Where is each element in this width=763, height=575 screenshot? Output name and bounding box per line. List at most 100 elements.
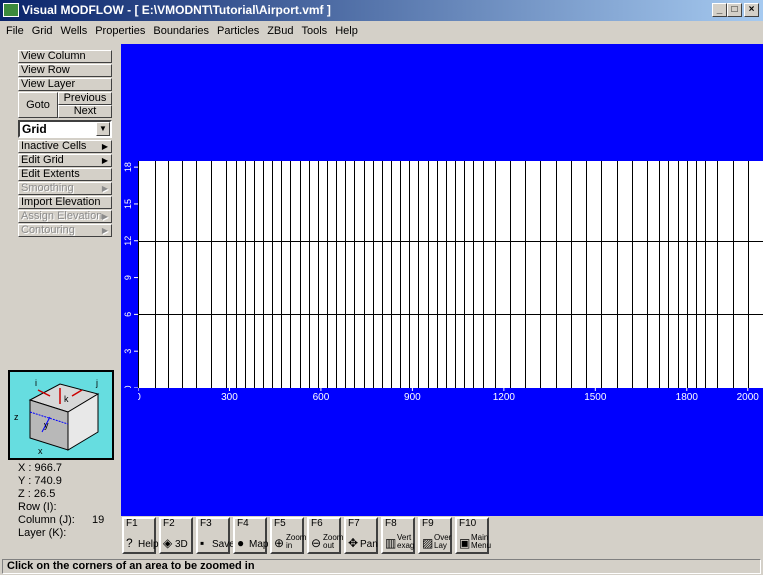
menu-zbud[interactable]: ZBud xyxy=(263,25,297,37)
menu-help[interactable]: Help xyxy=(331,25,362,37)
submenu-arrow-icon: ▶ xyxy=(101,226,108,235)
sidebar: View Column View Row View Layer Goto Pre… xyxy=(0,44,121,558)
z-label: Z : xyxy=(18,488,31,500)
menu-particles[interactable]: Particles xyxy=(213,25,263,37)
fkey-icon: ? xyxy=(126,536,133,550)
fkey-f4-button[interactable]: F4 ● Map xyxy=(233,517,269,554)
cube-label-k: k xyxy=(64,394,69,404)
menu-properties[interactable]: Properties xyxy=(91,25,149,37)
column-value: 19 xyxy=(92,514,105,526)
y-axis: 0 3 6 9 12 15 18 xyxy=(121,161,138,388)
menu-wells[interactable]: Wells xyxy=(57,25,92,37)
orientation-cube: i j k z x y xyxy=(8,370,114,460)
y-tick-label: 3 xyxy=(123,349,133,354)
status-bar: Click on the corners of an area to be zo… xyxy=(0,558,763,575)
menu-boundaries[interactable]: Boundaries xyxy=(149,25,213,37)
fkey-icon: ▥ xyxy=(385,536,397,550)
fkey-label: Zoom out xyxy=(323,533,344,550)
fkey-number: F3 xyxy=(200,518,212,529)
x-tick-label: 2000 xyxy=(737,392,760,403)
x-tick-label: 0 xyxy=(138,392,141,403)
status-text: Click on the corners of an area to be zo… xyxy=(2,559,761,574)
previous-button[interactable]: Previous xyxy=(58,92,112,105)
fkey-f1-button[interactable]: F1? Help xyxy=(122,517,159,554)
x-tick-label: 300 xyxy=(221,392,238,403)
smoothing-button[interactable]: Smoothing ▶ xyxy=(18,182,112,195)
title-bar: Visual MODFLOW - [ E:\VMODNT\Tutorial\Ai… xyxy=(0,0,763,21)
fkey-number: F1 xyxy=(126,518,138,529)
x-label: X : xyxy=(18,462,32,474)
x-tick-label: 900 xyxy=(404,392,421,403)
chevron-down-icon[interactable]: ▼ xyxy=(96,122,110,136)
fkey-icon: ⊕ xyxy=(274,536,285,550)
cube-label-j: j xyxy=(95,378,98,388)
mode-select-value: Grid xyxy=(22,122,47,136)
fkey-number: F2 xyxy=(163,518,175,529)
view-column-button[interactable]: View Column xyxy=(18,50,112,63)
maximize-button[interactable]: □ xyxy=(727,3,742,17)
fkey-icon: ✥ xyxy=(348,536,359,550)
y-value: 740.9 xyxy=(34,475,62,487)
x-tick-label: 600 xyxy=(313,392,330,403)
y-tick-label: 0 xyxy=(123,385,133,388)
edit-grid-button[interactable]: Edit Grid ▶ xyxy=(18,154,112,167)
fkey-f9-button[interactable]: F9 ▨ Over Lay xyxy=(418,517,452,554)
menu-file[interactable]: File xyxy=(2,25,28,37)
menu-tools[interactable]: Tools xyxy=(298,25,332,37)
y-tick-label: 12 xyxy=(123,236,133,246)
cube-label-i: i xyxy=(35,378,37,388)
fkey-label: 3D xyxy=(175,539,188,550)
fkey-f7-button[interactable]: F7 ✥ Pan xyxy=(344,517,378,554)
window-title: Visual MODFLOW - [ E:\VMODNT\Tutorial\Ai… xyxy=(22,3,331,17)
fkey-label: Save xyxy=(212,539,235,550)
fkey-number: F8 xyxy=(385,518,397,529)
goto-button[interactable]: Goto xyxy=(18,92,58,118)
fkey-number: F6 xyxy=(311,518,323,529)
grid-plot[interactable] xyxy=(138,161,763,388)
z-value: 26.5 xyxy=(33,488,56,500)
minimize-button[interactable]: _ xyxy=(712,3,727,17)
submenu-arrow-icon: ▶ xyxy=(101,184,108,193)
model-canvas[interactable]: 0 3 6 9 12 15 18 0 300 600 900 1200 1500 1800 2000 xyxy=(121,44,763,516)
y-tick-label: 15 xyxy=(123,199,133,209)
y-tick-label: 9 xyxy=(123,275,133,280)
fkey-icon: ▣ xyxy=(459,536,471,550)
cube-icon: i j k z x y xyxy=(14,378,100,456)
fkey-icon: ▪ xyxy=(200,536,205,550)
edit-extents-button[interactable]: Edit Extents xyxy=(18,168,112,181)
fkey-f5-button[interactable]: F5 ⊕ Zoom in xyxy=(270,517,306,554)
fkey-f2-button[interactable]: F2 ◈ 3D xyxy=(159,517,193,554)
fkey-label: Main Menu xyxy=(471,533,492,550)
view-layer-button[interactable]: View Layer xyxy=(18,78,112,91)
x-tick-label: 1200 xyxy=(493,392,516,403)
cube-label-z: z xyxy=(14,412,19,422)
mode-select[interactable]: Grid ▼ xyxy=(18,120,112,138)
submenu-arrow-icon: ▶ xyxy=(101,142,108,151)
submenu-arrow-icon: ▶ xyxy=(101,212,108,221)
fkey-label: Help xyxy=(138,539,159,550)
cube-label-x: x xyxy=(38,446,43,456)
y-tick-label: 18 xyxy=(123,162,133,172)
view-row-button[interactable]: View Row xyxy=(18,64,112,77)
fkey-number: F4 xyxy=(237,518,249,529)
fkey-f6-button[interactable]: F6 ⊖ Zoom out xyxy=(307,517,344,554)
fkey-f10-button[interactable]: F10 ▣ Main Menu xyxy=(455,517,492,554)
contouring-button[interactable]: Contouring ▶ xyxy=(18,224,112,237)
fkey-f3-button[interactable]: F3 ▪ Save xyxy=(196,517,235,554)
fkey-label: Map xyxy=(249,539,269,550)
fkey-number: F7 xyxy=(348,518,360,529)
menu-grid[interactable]: Grid xyxy=(28,25,57,37)
close-button[interactable]: × xyxy=(744,3,759,17)
y-tick-label: 6 xyxy=(123,312,133,317)
column-label: Column (J): xyxy=(18,514,75,526)
fkey-label: Vert exag xyxy=(397,533,415,550)
fkey-f8-button[interactable]: F8 ▥ Vert exag xyxy=(381,517,415,554)
next-button[interactable]: Next xyxy=(58,105,112,118)
assign-elevation-button[interactable]: Assign Elevation ▶ xyxy=(18,210,112,223)
row-label: Row (I): xyxy=(18,501,57,513)
fkey-number: F10 xyxy=(459,518,477,529)
import-elevation-button[interactable]: Import Elevation xyxy=(18,196,112,209)
fkey-number: F5 xyxy=(274,518,286,529)
inactive-cells-button[interactable]: Inactive Cells ▶ xyxy=(18,140,112,153)
coordinate-readout: X : 966.7 Y : 740.9 Z : 26.5 Row (I): Co… xyxy=(18,462,118,540)
